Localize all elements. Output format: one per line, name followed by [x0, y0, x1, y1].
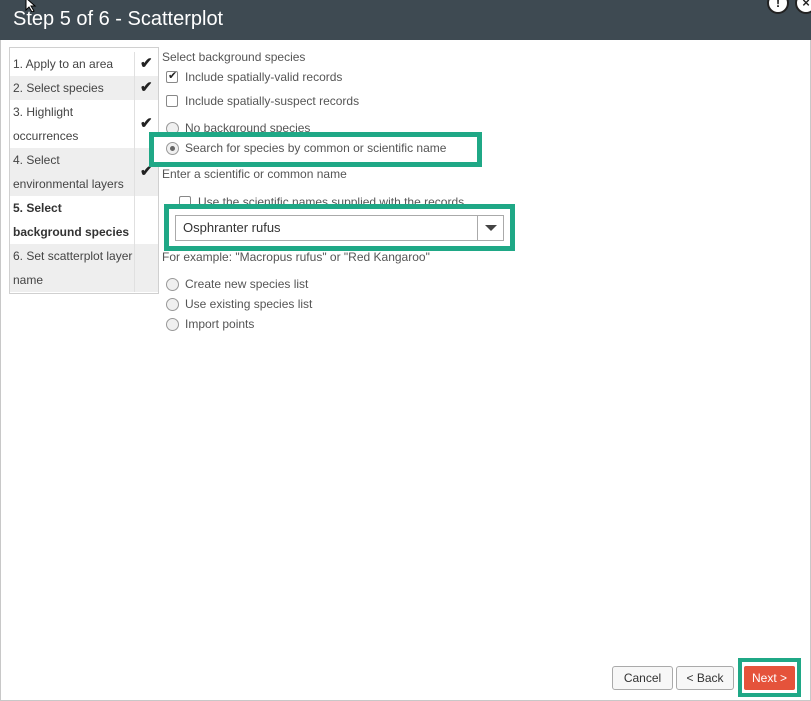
back-button[interactable]: < Back [676, 666, 734, 690]
step-4: 4. Select environmental layers ✔ [10, 148, 158, 196]
wizard-steps-panel: 1. Apply to an area ✔ 2. Select species … [9, 47, 159, 294]
create-list-radio[interactable] [166, 278, 179, 291]
step-3-label-line2: occurrences [13, 129, 79, 143]
step-2: 2. Select species ✔ [10, 76, 158, 100]
dialog-titlebar: Step 5 of 6 - Scatterplot ! × [0, 0, 811, 40]
info-icon[interactable]: ! [767, 0, 789, 14]
cancel-button[interactable]: Cancel [612, 666, 673, 690]
search-species-radio[interactable] [166, 142, 179, 155]
step-5-label-line1: 5. Select [13, 201, 62, 215]
combo-dropdown-button[interactable] [477, 216, 503, 240]
include-suspect-checkbox[interactable] [166, 95, 178, 107]
existing-list-label: Use existing species list [185, 297, 313, 311]
next-button-highlight: Next > [738, 658, 801, 697]
import-points-radio[interactable] [166, 318, 179, 331]
include-valid-checkbox[interactable] [166, 69, 178, 83]
checkmark-icon: ✔ [140, 55, 153, 72]
step-4-label-line2: environmental layers [13, 177, 124, 191]
step-1-label: 1. Apply to an area [13, 57, 114, 71]
step-6-label-line2: name [13, 273, 44, 287]
existing-list-radio[interactable] [166, 298, 179, 311]
step-5-label-line2: background species [13, 225, 130, 239]
next-button[interactable]: Next > [744, 666, 795, 690]
include-valid-label: Include spatially-valid records [185, 70, 343, 84]
select-background-label: Select background species [162, 50, 306, 64]
create-list-label: Create new species list [185, 277, 309, 291]
step-2-label: 2. Select species [13, 81, 104, 95]
step-3: 3. Highlight occurrences ✔ [10, 100, 158, 148]
close-icon[interactable]: × [795, 0, 811, 14]
chevron-down-icon [485, 225, 497, 231]
step-6-label-line1: 6. Set scatterplot layer [13, 249, 133, 263]
dialog-title: Step 5 of 6 - Scatterplot [13, 8, 224, 30]
step-4-label-line1: 4. Select [13, 153, 60, 167]
species-search-value[interactable]: Osphranter rufus [183, 220, 281, 235]
mouse-cursor-icon [25, 0, 37, 12]
checkmark-icon: ✔ [140, 79, 153, 96]
step-5-active: 5. Select background species [10, 196, 158, 244]
search-species-label: Search for species by common or scientif… [185, 141, 447, 155]
include-suspect-label: Include spatially-suspect records [185, 94, 360, 108]
checkmark-icon: ✔ [140, 115, 153, 132]
example-hint: For example: "Macropus rufus" or "Red Ka… [162, 250, 430, 264]
step-3-label-line1: 3. Highlight [13, 105, 74, 119]
species-search-combobox[interactable]: Osphranter rufus [175, 215, 504, 241]
import-points-label: Import points [185, 317, 255, 331]
enter-name-label: Enter a scientific or common name [162, 167, 347, 181]
step-1: 1. Apply to an area ✔ [10, 52, 158, 76]
step-6: 6. Set scatterplot layer name [10, 244, 158, 292]
